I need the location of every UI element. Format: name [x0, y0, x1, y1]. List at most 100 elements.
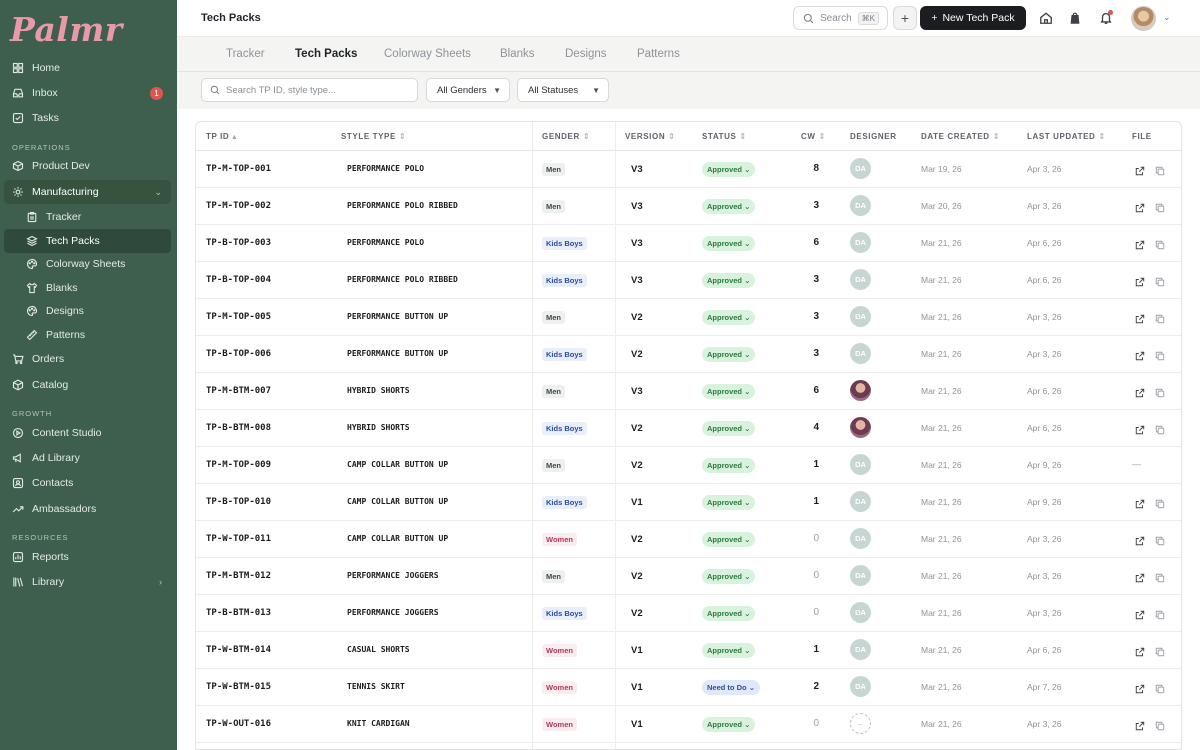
sidebar-item-library[interactable]: Library ›: [4, 570, 171, 594]
column-header-cw[interactable]: CW ⇕: [801, 132, 826, 141]
open-external-icon[interactable]: [1135, 644, 1146, 657]
table-row[interactable]: TP-B-TOP-006 PERFORMANCE BUTTON UP Kids Bo…: [196, 336, 1181, 373]
status-dropdown[interactable]: Approved ⌄: [702, 717, 756, 732]
status-dropdown[interactable]: Approved ⌄: [702, 273, 756, 288]
sidebar-item-inbox[interactable]: Inbox 1: [4, 81, 171, 105]
table-row[interactable]: TP-B-BTM-013 PERFORMANCE JOGGERS Kids Boys…: [196, 595, 1181, 632]
open-external-icon[interactable]: [1135, 311, 1146, 324]
designer-avatar[interactable]: DA: [850, 639, 871, 660]
new-tech-pack-button[interactable]: + New Tech Pack: [920, 6, 1026, 30]
table-row[interactable]: TP-B-TOP-004 PERFORMANCE POLO RIBBED Kids …: [196, 262, 1181, 299]
tp-id[interactable]: TP-W-BTM-015: [206, 682, 271, 692]
app-logo[interactable]: Palmr: [10, 10, 123, 49]
sidebar-item-tech-packs[interactable]: Tech Packs: [4, 229, 171, 253]
status-dropdown[interactable]: Approved ⌄: [702, 606, 756, 621]
copy-icon[interactable]: [1155, 385, 1166, 398]
bell-icon[interactable]: [1098, 10, 1114, 26]
designer-avatar[interactable]: DA: [850, 491, 871, 512]
global-search-button[interactable]: Search ⌘K: [793, 6, 888, 30]
tab-colorway-sheets[interactable]: Colorway Sheets: [384, 48, 471, 60]
status-dropdown[interactable]: Approved ⌄: [702, 458, 756, 473]
home-icon[interactable]: [1038, 10, 1054, 26]
copy-icon[interactable]: [1155, 422, 1166, 435]
tp-id[interactable]: TP-B-BTM-013: [206, 608, 271, 618]
column-header-last-updated[interactable]: LAST UPDATED ⇕: [1027, 132, 1106, 141]
sidebar-item-blanks[interactable]: Blanks: [4, 276, 171, 300]
sidebar-item-contacts[interactable]: Contacts: [4, 471, 171, 495]
status-dropdown[interactable]: Approved ⌄: [702, 643, 756, 658]
status-dropdown[interactable]: Approved ⌄: [702, 310, 756, 325]
open-external-icon[interactable]: [1135, 570, 1146, 583]
sidebar-item-catalog[interactable]: Catalog: [4, 373, 171, 397]
designer-avatar[interactable]: DA: [850, 343, 871, 364]
open-external-icon[interactable]: [1135, 533, 1146, 546]
designer-avatar[interactable]: DA: [850, 306, 871, 327]
column-header-tp-id[interactable]: TP ID ▴: [206, 132, 237, 141]
tab-tracker[interactable]: Tracker: [226, 48, 265, 60]
copy-icon[interactable]: [1155, 644, 1166, 657]
add-button[interactable]: +: [893, 6, 917, 30]
copy-icon[interactable]: [1155, 718, 1166, 731]
table-row[interactable]: TP-W-TOP-011 CAMP COLLAR BUTTON UP Women V2…: [196, 521, 1181, 558]
table-row[interactable]: TP-M-TOP-002 PERFORMANCE POLO RIBBED Men V3…: [196, 188, 1181, 225]
open-external-icon[interactable]: [1135, 496, 1146, 509]
gender-filter-select[interactable]: All Genders ▼: [426, 78, 510, 102]
sidebar-item-content-studio[interactable]: Content Studio: [4, 421, 171, 445]
open-external-icon[interactable]: [1135, 385, 1146, 398]
tab-tech-packs[interactable]: Tech Packs: [295, 48, 357, 60]
copy-icon[interactable]: [1155, 496, 1166, 509]
column-header-status[interactable]: STATUS ⇕: [702, 132, 747, 141]
sidebar-item-tasks[interactable]: Tasks: [4, 106, 171, 130]
status-dropdown[interactable]: Approved ⌄: [702, 347, 756, 362]
tp-id[interactable]: TP-M-TOP-009: [206, 460, 271, 470]
designer-avatar[interactable]: DA: [850, 232, 871, 253]
tp-id[interactable]: TP-M-TOP-002: [206, 201, 271, 211]
column-header-gender[interactable]: GENDER ⇕: [542, 132, 590, 141]
column-header-date-created[interactable]: DATE CREATED ⇕: [921, 132, 1000, 141]
open-external-icon[interactable]: [1135, 607, 1146, 620]
sidebar-item-reports[interactable]: Reports: [4, 545, 171, 569]
copy-icon[interactable]: [1155, 237, 1166, 250]
designer-avatar[interactable]: DA: [850, 269, 871, 290]
copy-icon[interactable]: [1155, 163, 1166, 176]
tp-id[interactable]: TP-W-BTM-014: [206, 645, 271, 655]
tab-blanks[interactable]: Blanks: [500, 48, 535, 60]
status-dropdown[interactable]: Approved ⌄: [702, 421, 756, 436]
tab-designs[interactable]: Designs: [565, 48, 607, 60]
table-row[interactable]: TP-B-BTM-008 HYBRID SHORTS Kids Boys V2 Appr…: [196, 410, 1181, 447]
open-external-icon[interactable]: [1135, 200, 1146, 213]
tp-id[interactable]: TP-B-TOP-010: [206, 497, 271, 507]
table-row[interactable]: TP-W-OUT-016 KNIT CARDIGAN Women V1 Approved…: [196, 706, 1181, 743]
copy-icon[interactable]: [1155, 681, 1166, 694]
designer-avatar[interactable]: DA: [850, 528, 871, 549]
copy-icon[interactable]: [1155, 311, 1166, 324]
table-row[interactable]: TP-B-TOP-003 PERFORMANCE POLO Kids Boys V3 A…: [196, 225, 1181, 262]
tech-pack-search-input[interactable]: Search TP ID, style type...: [201, 78, 418, 102]
table-row[interactable]: TP-M-BTM-007 HYBRID SHORTS Men V3 Approved ⌄…: [196, 373, 1181, 410]
tp-id[interactable]: TP-M-BTM-012: [206, 571, 271, 581]
tab-patterns[interactable]: Patterns: [637, 48, 680, 60]
user-avatar[interactable]: [1131, 6, 1156, 31]
status-dropdown[interactable]: Need to Do ⌄: [702, 680, 760, 695]
status-dropdown[interactable]: Approved ⌄: [702, 162, 756, 177]
copy-icon[interactable]: [1155, 607, 1166, 620]
designer-avatar[interactable]: [850, 417, 871, 438]
designer-avatar[interactable]: DA: [850, 565, 871, 586]
copy-icon[interactable]: [1155, 348, 1166, 361]
tp-id[interactable]: TP-W-TOP-011: [206, 534, 271, 544]
sidebar-item-designs[interactable]: Designs: [4, 299, 171, 323]
designer-avatar[interactable]: DA: [850, 195, 871, 216]
open-external-icon[interactable]: [1135, 348, 1146, 361]
table-row[interactable]: TP-B-TOP-010 CAMP COLLAR BUTTON UP Kids Bo…: [196, 484, 1181, 521]
sidebar-item-product-dev[interactable]: Product Dev: [4, 154, 171, 178]
status-dropdown[interactable]: Approved ⌄: [702, 199, 756, 214]
tp-id[interactable]: TP-B-TOP-003: [206, 238, 271, 248]
open-external-icon[interactable]: [1135, 718, 1146, 731]
designer-avatar[interactable]: DA: [850, 454, 871, 475]
tp-id[interactable]: TP-W-OUT-016: [206, 719, 271, 729]
table-row[interactable]: TP-W-BTM-014 CASUAL SHORTS Women V1 Approved…: [196, 632, 1181, 669]
tp-id[interactable]: TP-M-TOP-005: [206, 312, 271, 322]
tp-id[interactable]: TP-B-TOP-004: [206, 275, 271, 285]
tp-id[interactable]: TP-M-TOP-001: [206, 164, 271, 174]
table-row[interactable]: TP-M-TOP-009 CAMP COLLAR BUTTON UP Men V2 Ap…: [196, 447, 1181, 484]
